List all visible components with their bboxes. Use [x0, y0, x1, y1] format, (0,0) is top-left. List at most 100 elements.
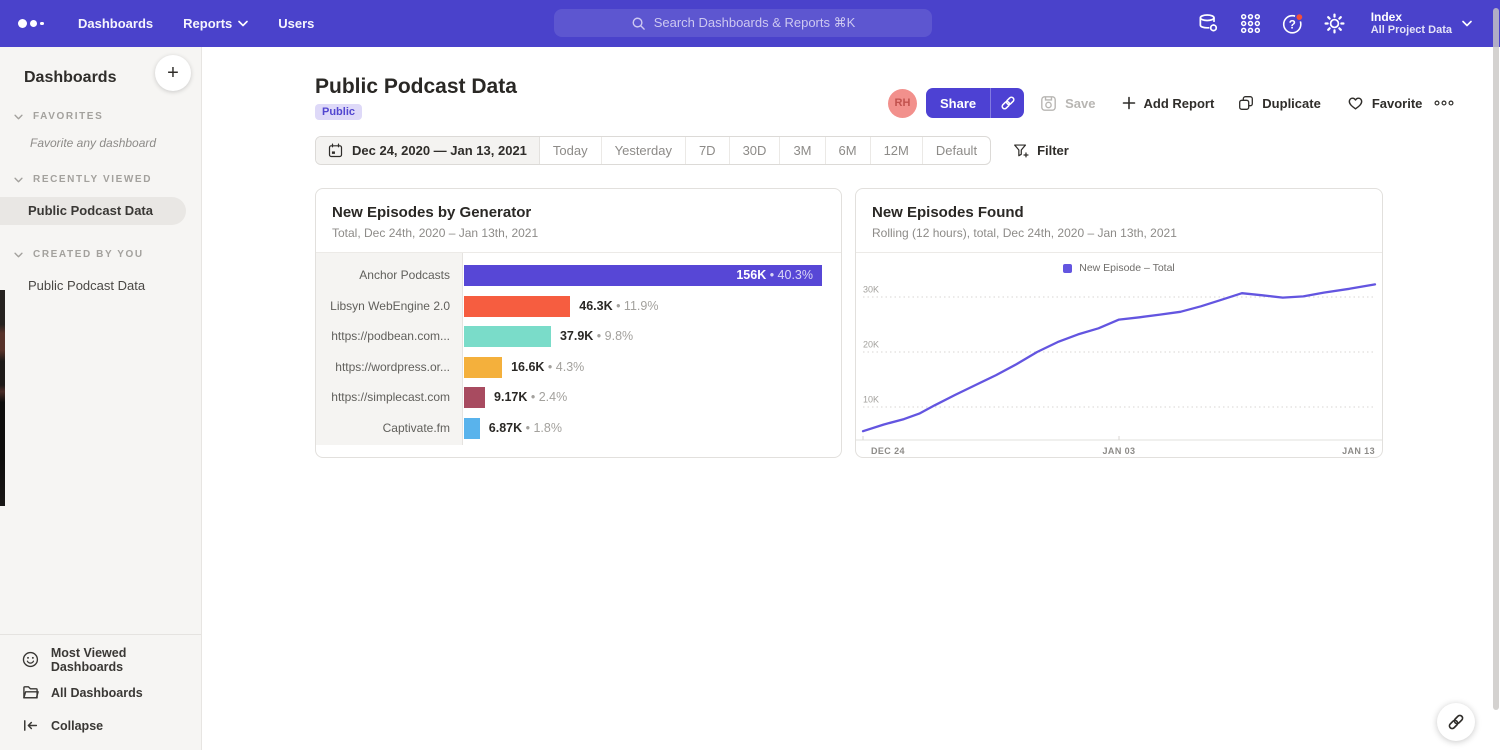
- bar-category-label: https://podbean.com...: [316, 321, 463, 352]
- bar-row[interactable]: https://simplecast.com9.17K • 2.4%: [316, 382, 841, 413]
- sidebar-footer: Most Viewed Dashboards All Dashboards Co…: [0, 634, 201, 750]
- bar[interactable]: [464, 357, 502, 378]
- quick-range-default[interactable]: Default: [923, 137, 990, 164]
- nav-item-users[interactable]: Users: [278, 16, 314, 31]
- search-icon: [631, 16, 646, 31]
- quick-range-group: TodayYesterday7D30D3M6M12MDefault: [540, 137, 990, 164]
- avatar[interactable]: RH: [888, 89, 917, 118]
- more-options-button[interactable]: [1434, 99, 1454, 107]
- bar-row[interactable]: https://podbean.com...37.9K • 9.8%: [316, 321, 841, 352]
- search-placeholder: Search Dashboards & Reports ⌘K: [654, 15, 856, 31]
- sidebar-item-public-podcast-data-created[interactable]: Public Podcast Data: [0, 272, 201, 300]
- bar-value-label: 6.87K • 1.8%: [489, 413, 562, 444]
- bar-row[interactable]: https://wordpress.or... 16.6K • 4.3%: [316, 352, 841, 383]
- bar-value-label: 16.6K • 4.3%: [511, 352, 584, 383]
- public-badge: Public: [315, 104, 362, 120]
- desktop-background-sliver: [0, 290, 5, 506]
- quick-range-12m[interactable]: 12M: [871, 137, 923, 164]
- duplicate-icon: [1238, 95, 1254, 111]
- legend-label: New Episode – Total: [1079, 262, 1175, 274]
- mixpanel-logo-icon[interactable]: [18, 19, 52, 28]
- line-chart-legend[interactable]: New Episode – Total: [856, 262, 1382, 274]
- top-nav-right: ? Index All Project Data: [1197, 0, 1472, 47]
- nav-item-dashboards[interactable]: Dashboards: [78, 16, 153, 31]
- duplicate-label: Duplicate: [1262, 96, 1321, 111]
- sidebar-section-favorites[interactable]: FAVORITES: [0, 111, 201, 122]
- apps-grid-icon[interactable]: [1239, 12, 1263, 36]
- duplicate-button[interactable]: Duplicate: [1238, 95, 1321, 111]
- project-subtitle: All Project Data: [1371, 24, 1452, 37]
- sidebar-section-created-by-you[interactable]: CREATED BY YOU: [0, 249, 201, 260]
- bar-row[interactable]: Anchor Podcasts156K • 40.3%: [316, 260, 841, 291]
- chevron-down-icon: [14, 177, 23, 183]
- dashboard-toolbar: RH Share Save: [888, 88, 1454, 118]
- save-icon: [1040, 95, 1057, 112]
- nav-item-reports-label: Reports: [183, 16, 232, 31]
- add-report-label: Add Report: [1144, 96, 1215, 111]
- bar[interactable]: [464, 387, 485, 408]
- filter-button[interactable]: Filter: [1013, 143, 1069, 159]
- all-dashboards-button[interactable]: All Dashboards: [0, 676, 201, 709]
- section-label: CREATED BY YOU: [33, 249, 144, 260]
- main-content: Public Podcast Data Public RH Share: [202, 47, 1500, 750]
- bar-category-label: https://wordpress.or...: [316, 352, 463, 383]
- link-icon: [1447, 713, 1465, 731]
- save-button[interactable]: Save: [1040, 95, 1095, 112]
- series-line[interactable]: [863, 284, 1375, 431]
- chevron-down-icon: [238, 20, 248, 27]
- calendar-icon: [328, 143, 343, 158]
- most-viewed-dashboards-button[interactable]: Most Viewed Dashboards: [0, 643, 201, 676]
- share-button-label: Share: [926, 88, 990, 118]
- line-chart-subtitle: Rolling (12 hours), total, Dec 24th, 202…: [872, 226, 1366, 240]
- bar[interactable]: [464, 326, 551, 347]
- quick-range-7d[interactable]: 7D: [686, 137, 730, 164]
- data-management-icon[interactable]: [1197, 12, 1221, 36]
- smiley-icon: [22, 651, 39, 668]
- bar-row[interactable]: Libsyn WebEngine 2.046.3K • 11.9%: [316, 291, 841, 322]
- nav-item-dashboards-label: Dashboards: [78, 16, 153, 31]
- sidebar-section-recently-viewed[interactable]: RECENTLY VIEWED: [0, 174, 201, 185]
- line-chart-header[interactable]: New Episodes Found Rolling (12 hours), t…: [856, 189, 1382, 253]
- bar-chart-header[interactable]: New Episodes by Generator Total, Dec 24t…: [316, 189, 841, 253]
- filter-funnel-icon: [1013, 143, 1029, 159]
- quick-range-3m[interactable]: 3M: [780, 137, 825, 164]
- quick-range-30d[interactable]: 30D: [730, 137, 781, 164]
- bar[interactable]: [464, 418, 480, 439]
- favorite-label: Favorite: [1372, 96, 1423, 111]
- line-chart-title: New Episodes Found: [872, 204, 1366, 221]
- share-button[interactable]: Share: [926, 88, 1024, 118]
- bar-row[interactable]: Captivate.fm6.87K • 1.8%: [316, 413, 841, 444]
- quick-range-today[interactable]: Today: [540, 137, 602, 164]
- date-range-picker[interactable]: Dec 24, 2020 — Jan 13, 2021: [316, 137, 540, 164]
- footer-item-label: All Dashboards: [51, 686, 143, 700]
- bar-category-label: Anchor Podcasts: [316, 260, 463, 291]
- get-link-floating-button[interactable]: [1437, 703, 1475, 741]
- search-input[interactable]: Search Dashboards & Reports ⌘K: [554, 9, 932, 37]
- sidebar-item-public-podcast-data[interactable]: Public Podcast Data: [0, 197, 186, 225]
- quick-range-6m[interactable]: 6M: [826, 137, 871, 164]
- collapse-icon: [22, 717, 39, 734]
- more-dots-icon: [1434, 99, 1454, 107]
- settings-gear-icon[interactable]: [1323, 12, 1347, 36]
- add-dashboard-button[interactable]: +: [155, 55, 191, 91]
- page-title: Public Podcast Data: [315, 75, 517, 99]
- nav-item-users-label: Users: [278, 16, 314, 31]
- window-scrollbar[interactable]: [1493, 8, 1499, 710]
- copy-link-button[interactable]: [991, 88, 1024, 118]
- add-report-button[interactable]: Add Report: [1122, 96, 1215, 111]
- nav-item-reports[interactable]: Reports: [183, 16, 248, 31]
- x-axis-tick-label: DEC 24: [871, 446, 905, 456]
- favorites-empty-text: Favorite any dashboard: [0, 122, 201, 150]
- bar[interactable]: [464, 296, 570, 317]
- bar-chart-plot: Anchor Podcasts156K • 40.3%Libsyn WebEng…: [316, 253, 841, 458]
- heart-icon: [1347, 95, 1364, 111]
- project-selector[interactable]: Index All Project Data: [1371, 10, 1472, 37]
- collapse-sidebar-button[interactable]: Collapse: [0, 709, 201, 742]
- top-nav-menu: Dashboards Reports Users: [78, 16, 344, 31]
- plus-icon: [1122, 96, 1136, 110]
- help-icon[interactable]: ?: [1281, 12, 1305, 36]
- date-controls: Dec 24, 2020 — Jan 13, 2021 TodayYesterd…: [315, 136, 1069, 165]
- line-chart-plot[interactable]: 10K20K30KDEC 24JAN 03JAN 13: [856, 276, 1382, 458]
- favorite-button[interactable]: Favorite: [1347, 95, 1423, 111]
- quick-range-yesterday[interactable]: Yesterday: [602, 137, 686, 164]
